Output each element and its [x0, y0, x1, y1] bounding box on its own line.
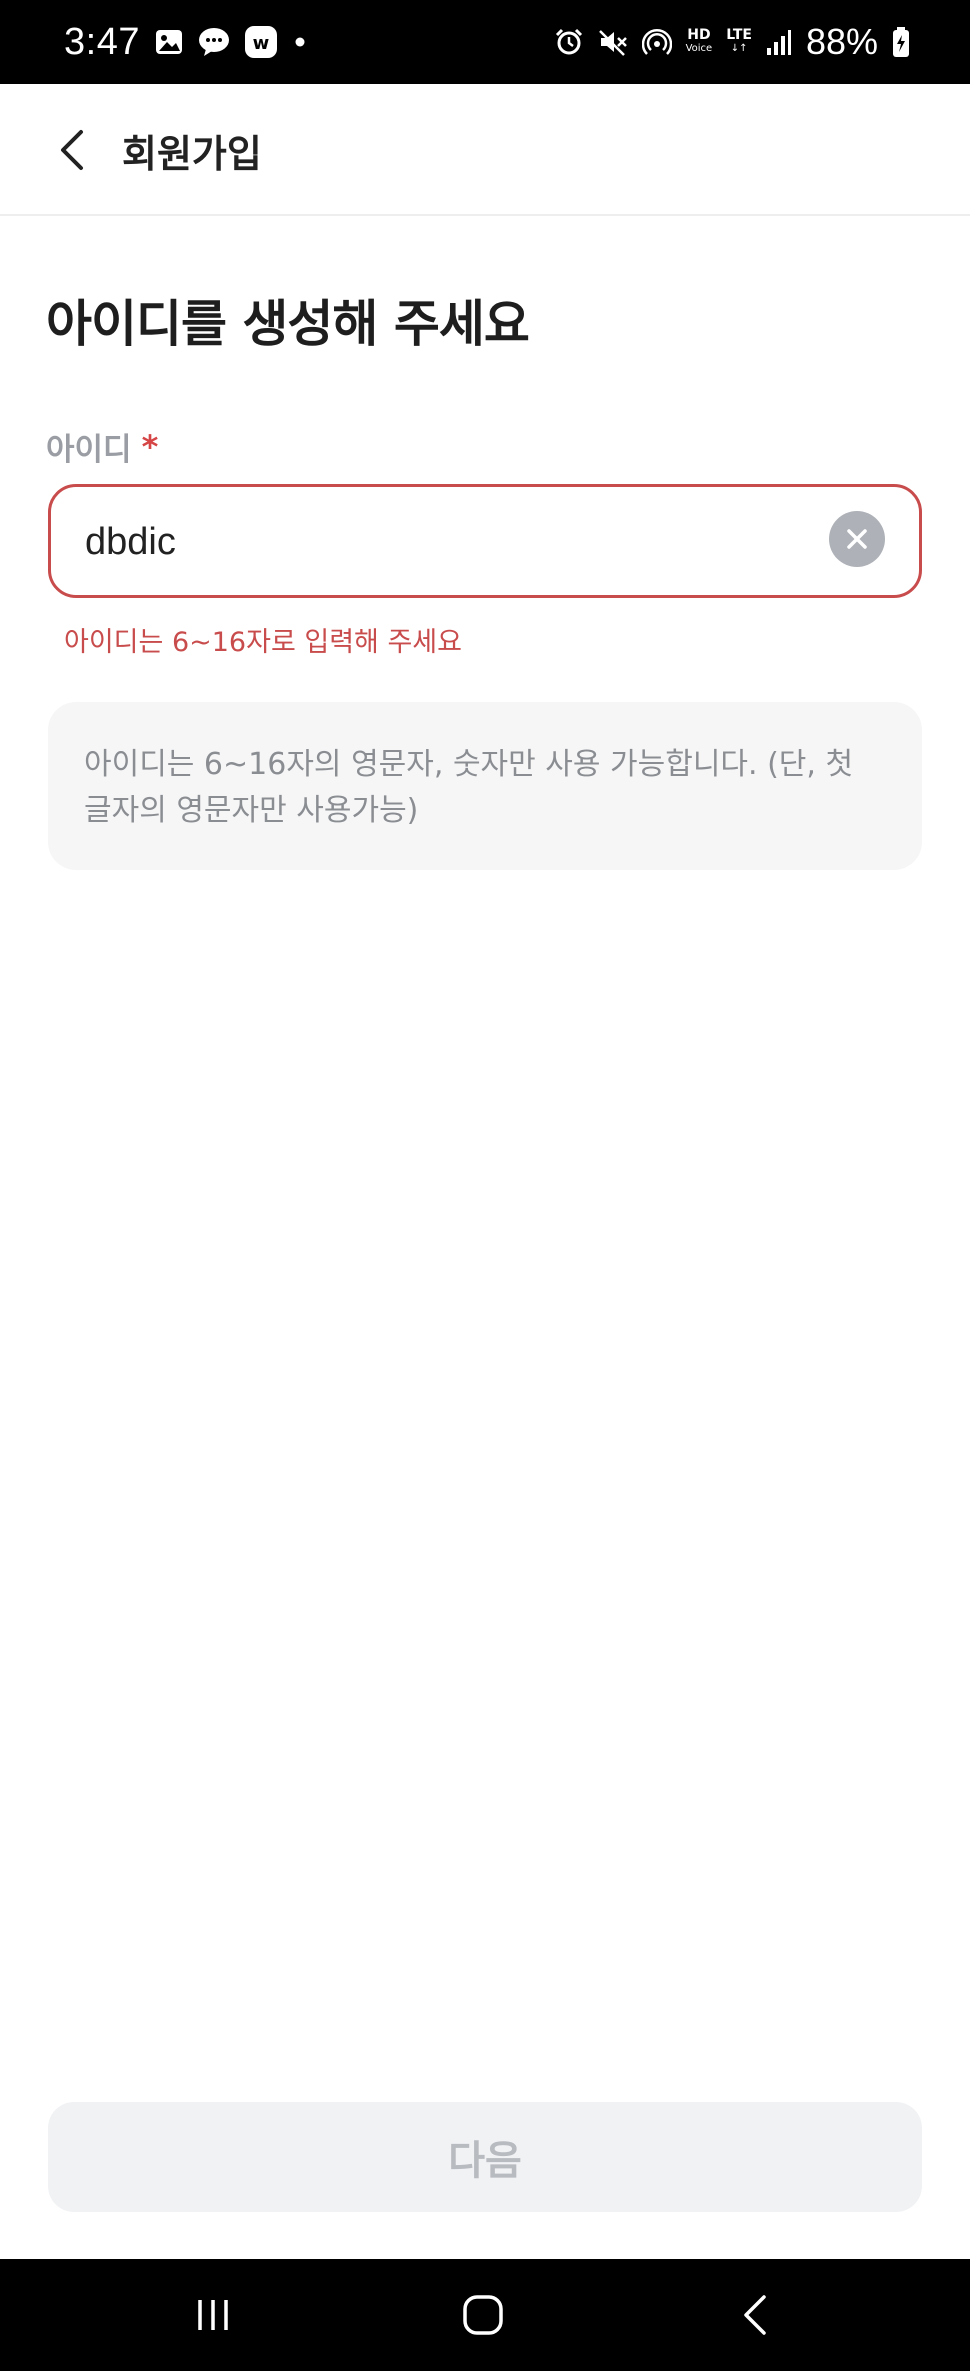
voice-label: Voice: [685, 43, 713, 54]
lte-arrows: ↓↑: [730, 43, 748, 54]
page-title: 아이디를 생성해 주세요: [46, 295, 530, 353]
id-input[interactable]: [85, 507, 825, 577]
id-rules-text: 아이디는 6~16자의 영문자, 숫자만 사용 가능합니다. (단, 첫 글자의…: [84, 747, 854, 828]
battery-icon: [892, 26, 910, 58]
lte-icon: LTE ↓↑: [726, 28, 752, 56]
chevron-left-icon: [61, 130, 83, 170]
battery-percent: 88%: [805, 21, 878, 62]
status-time: 3:47: [64, 20, 140, 63]
system-nav-bar: [0, 2259, 970, 2371]
clear-input-button[interactable]: [829, 511, 885, 567]
status-right: HD Voice LTE ↓↑ 88%: [554, 0, 910, 84]
hd-label: HD: [687, 27, 711, 43]
id-rules-info-box: 아이디는 6~16자의 영문자, 숫자만 사용 가능합니다. (단, 첫 글자의…: [48, 702, 922, 870]
recent-apps-button[interactable]: [178, 2285, 248, 2345]
chat-bubble-icon: [198, 27, 230, 57]
id-field-label-text: 아이디: [46, 432, 132, 468]
alarm-icon: [554, 27, 584, 57]
lte-label: LTE: [726, 27, 752, 43]
dot-icon: [292, 34, 308, 50]
close-icon: [847, 529, 867, 549]
signal-icon: [766, 28, 792, 56]
back-button[interactable]: [44, 122, 100, 178]
status-left: 3:47 w: [64, 0, 308, 84]
back-icon: [744, 2295, 766, 2335]
recent-apps-icon: [198, 2300, 228, 2330]
hotspot-icon: [641, 27, 672, 57]
required-mark: *: [141, 427, 159, 466]
w-app-icon: w: [244, 25, 278, 59]
mute-icon: [598, 27, 628, 57]
home-icon: [463, 2295, 503, 2335]
id-field-label: 아이디 *: [46, 424, 158, 469]
header-title: 회원가입: [122, 131, 262, 176]
svg-text:w: w: [253, 33, 270, 54]
app-header: 회원가입: [0, 84, 970, 216]
id-error-message: 아이디는 6~16자로 입력해 주세요: [64, 627, 462, 658]
hd-voice-icon: HD Voice: [686, 28, 713, 56]
gallery-icon: [154, 27, 184, 57]
home-button[interactable]: [448, 2285, 518, 2345]
system-back-button[interactable]: [720, 2285, 790, 2345]
status-bar: 3:47 w HD Voice LTE ↓↑ 88%: [0, 0, 970, 84]
id-input-container: [48, 484, 922, 598]
next-button[interactable]: 다음: [48, 2102, 922, 2212]
